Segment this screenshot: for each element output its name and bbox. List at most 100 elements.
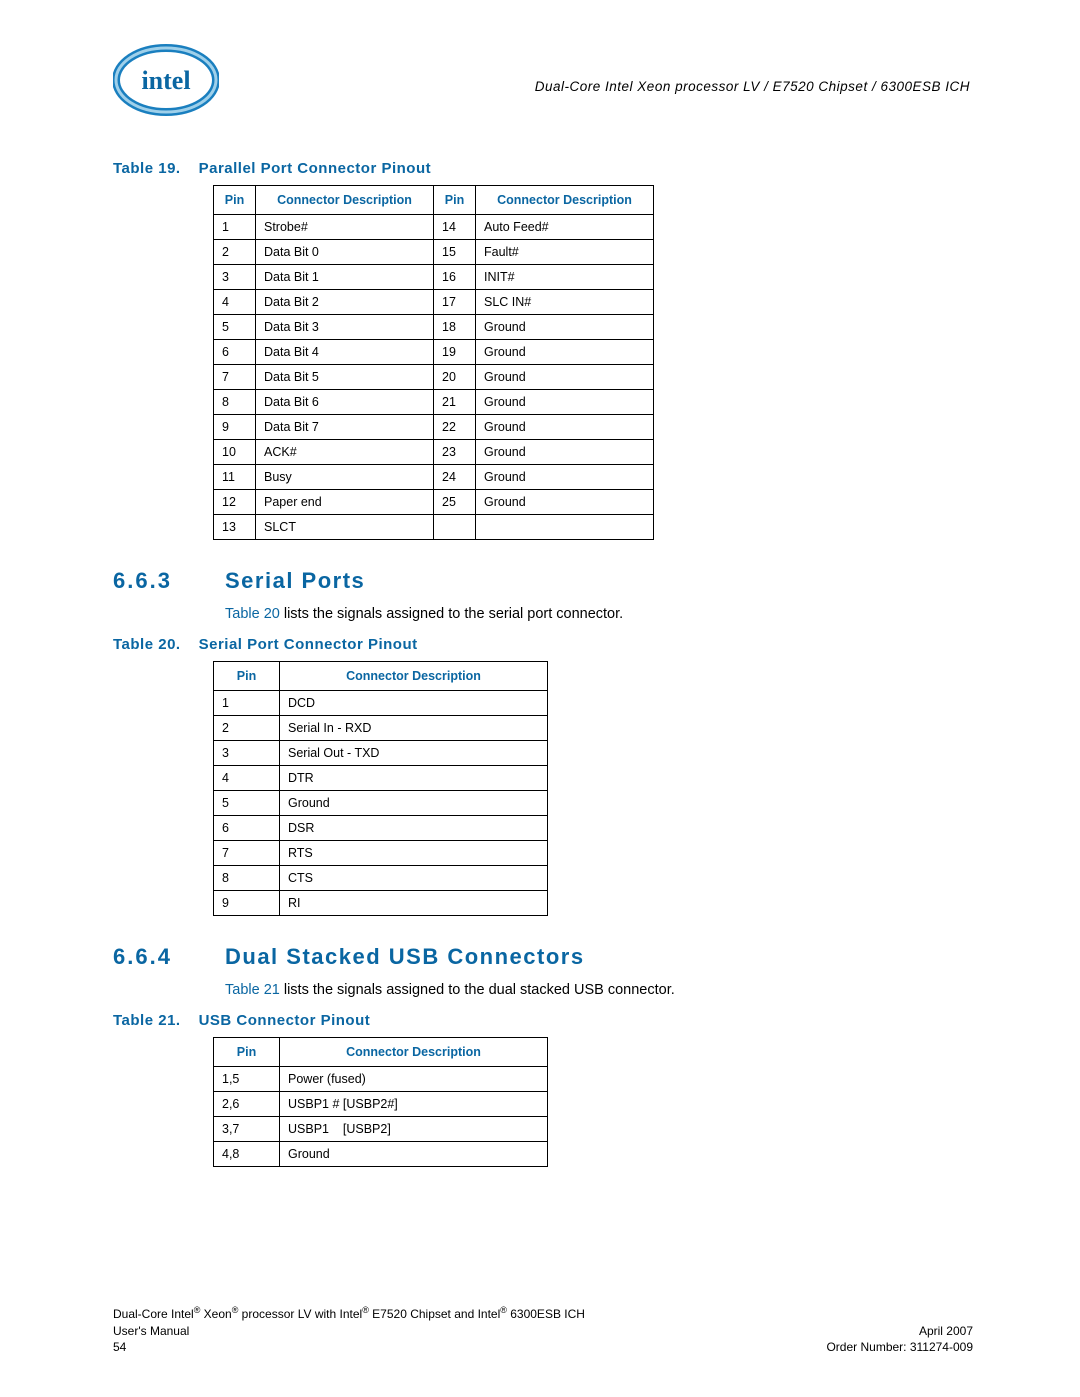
table19-desc: Fault#	[476, 240, 654, 265]
table-row: 11Busy24Ground	[214, 465, 654, 490]
table19-pin: 2	[214, 240, 256, 265]
table19-desc: Data Bit 4	[256, 340, 434, 365]
table-row: 8CTS	[214, 866, 548, 891]
table19-h-pin2: Pin	[434, 186, 476, 215]
table19-pin: 23	[434, 440, 476, 465]
table19-pin: 19	[434, 340, 476, 365]
section-663-number: 6.6.3	[113, 568, 225, 594]
footer-line2-left: User's Manual	[113, 1323, 189, 1339]
section-663-title: Serial Ports	[225, 568, 365, 594]
footer-line1: Dual-Core Intel® Xeon® processor LV with…	[113, 1304, 973, 1322]
section-664-heading: 6.6.4 Dual Stacked USB Connectors	[113, 944, 973, 970]
section-663-body-rest: lists the signals assigned to the serial…	[280, 606, 623, 622]
table20-h-desc: Connector Description	[280, 662, 548, 691]
table19-desc: Ground	[476, 390, 654, 415]
table-row: 9RI	[214, 891, 548, 916]
table19-pin: 17	[434, 290, 476, 315]
table20-pin: 2	[214, 716, 280, 741]
table21-h-desc: Connector Description	[280, 1038, 548, 1067]
table19-pin: 3	[214, 265, 256, 290]
table19-caption-title: Parallel Port Connector Pinout	[199, 160, 432, 177]
section-664-body: Table 21 lists the signals assigned to t…	[225, 982, 973, 998]
section-664-title: Dual Stacked USB Connectors	[225, 944, 585, 970]
table-row: 7Data Bit 520Ground	[214, 365, 654, 390]
table19-desc: Ground	[476, 365, 654, 390]
table-row: 8Data Bit 621Ground	[214, 390, 654, 415]
page-footer: Dual-Core Intel® Xeon® processor LV with…	[113, 1304, 973, 1355]
table-row: 9Data Bit 722Ground	[214, 415, 654, 440]
table19-pin: 16	[434, 265, 476, 290]
section-664-number: 6.6.4	[113, 944, 225, 970]
table-row: 5Ground	[214, 791, 548, 816]
table-row: 2Data Bit 015Fault#	[214, 240, 654, 265]
table-row: 4,8Ground	[214, 1142, 548, 1167]
table19-desc: Busy	[256, 465, 434, 490]
section-664-body-rest: lists the signals assigned to the dual s…	[280, 982, 675, 998]
table21-caption-prefix: Table 21.	[113, 1012, 181, 1029]
table-row: 3Data Bit 116INIT#	[214, 265, 654, 290]
table19-desc: Data Bit 0	[256, 240, 434, 265]
table21-desc: USBP1 # [USBP2#]	[280, 1092, 548, 1117]
table19-pin: 15	[434, 240, 476, 265]
table19-desc: Ground	[476, 415, 654, 440]
table19-desc: Data Bit 6	[256, 390, 434, 415]
table19-desc: ACK#	[256, 440, 434, 465]
footer-line2-right: April 2007	[919, 1323, 973, 1339]
table19-pin: 4	[214, 290, 256, 315]
table-row: 1DCD	[214, 691, 548, 716]
table20-h-pin: Pin	[214, 662, 280, 691]
table-row: 13SLCT	[214, 515, 654, 540]
table19-desc: SLCT	[256, 515, 434, 540]
table20-pin: 5	[214, 791, 280, 816]
table19-caption: Table 19.Parallel Port Connector Pinout	[113, 160, 973, 177]
table19-pin: 22	[434, 415, 476, 440]
table20-header-row: Pin Connector Description	[214, 662, 548, 691]
table-row: 2Serial In - RXD	[214, 716, 548, 741]
table19-pin: 11	[214, 465, 256, 490]
table19-header-row: Pin Connector Description Pin Connector …	[214, 186, 654, 215]
table19: Pin Connector Description Pin Connector …	[213, 185, 654, 540]
table19-desc: Ground	[476, 315, 654, 340]
table-row: 3Serial Out - TXD	[214, 741, 548, 766]
table19-pin: 24	[434, 465, 476, 490]
table20-pin: 4	[214, 766, 280, 791]
table21-header-row: Pin Connector Description	[214, 1038, 548, 1067]
table20-caption-title: Serial Port Connector Pinout	[199, 636, 418, 653]
table21-pin: 1,5	[214, 1067, 280, 1092]
section-663-heading: 6.6.3 Serial Ports	[113, 568, 973, 594]
table20-desc: Serial In - RXD	[280, 716, 548, 741]
table20-desc: RTS	[280, 841, 548, 866]
table20-reference: Table 20	[225, 606, 280, 622]
table-row: 6DSR	[214, 816, 548, 841]
table19-pin: 13	[214, 515, 256, 540]
table20-pin: 8	[214, 866, 280, 891]
table19-h-pin1: Pin	[214, 186, 256, 215]
table-row: 10ACK#23Ground	[214, 440, 654, 465]
table20-caption: Table 20. Serial Port Connector Pinout	[113, 636, 973, 653]
table20-desc: DTR	[280, 766, 548, 791]
table19-pin: 20	[434, 365, 476, 390]
svg-text:intel: intel	[141, 66, 190, 95]
table19-pin: 14	[434, 215, 476, 240]
table19-pin: 12	[214, 490, 256, 515]
table20-desc: Ground	[280, 791, 548, 816]
table19-desc: Paper end	[256, 490, 434, 515]
table-row: 4Data Bit 217SLC IN#	[214, 290, 654, 315]
table19-desc: Data Bit 7	[256, 415, 434, 440]
table21-desc: Power (fused)	[280, 1067, 548, 1092]
table21-reference: Table 21	[225, 982, 280, 998]
table19-pin	[434, 515, 476, 540]
table21-caption: Table 21.USB Connector Pinout	[113, 1012, 973, 1029]
table20-desc: DSR	[280, 816, 548, 841]
table-row: 3,7USBP1 [USBP2]	[214, 1117, 548, 1142]
table19-pin: 10	[214, 440, 256, 465]
running-header: Dual-Core Intel Xeon processor LV / E752…	[535, 79, 970, 94]
table20-pin: 6	[214, 816, 280, 841]
table20-desc: CTS	[280, 866, 548, 891]
table21: Pin Connector Description 1,5Power (fuse…	[213, 1037, 548, 1167]
table21-desc: USBP1 [USBP2]	[280, 1117, 548, 1142]
table-row: 5Data Bit 318Ground	[214, 315, 654, 340]
table20-caption-prefix: Table 20.	[113, 636, 181, 653]
table19-desc	[476, 515, 654, 540]
table19-desc: Data Bit 5	[256, 365, 434, 390]
